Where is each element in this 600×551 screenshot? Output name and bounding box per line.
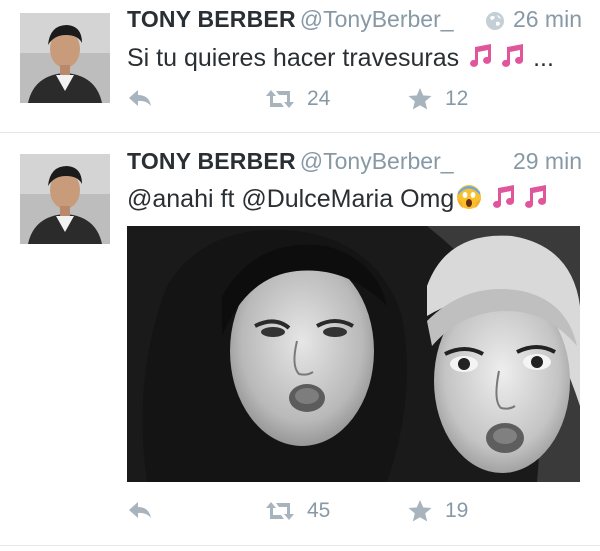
author-name[interactable]: TONY BERBER <box>127 148 296 174</box>
reply-button[interactable] <box>127 499 153 521</box>
tweet-header: TONY BERBER @TonyBerber_ 29 min <box>127 148 582 178</box>
music-notes-emoji <box>490 184 556 217</box>
favorite-button[interactable]: 19 <box>407 499 468 523</box>
reply-icon <box>127 499 153 521</box>
star-icon <box>407 87 433 111</box>
timestamp[interactable]: 29 min <box>513 148 582 175</box>
favorite-button[interactable]: 12 <box>407 87 468 111</box>
tweet-photo[interactable] <box>127 226 580 482</box>
favorite-count: 19 <box>445 499 469 522</box>
author-name[interactable]: TONY BERBER <box>127 6 296 32</box>
tweet-time: 26 min <box>512 6 582 32</box>
star-icon <box>407 499 433 523</box>
tweet-divider <box>0 545 600 546</box>
globe-icon <box>485 10 505 30</box>
retweet-button[interactable]: 24 <box>265 87 330 111</box>
reply-button[interactable] <box>127 87 153 109</box>
tweet-header: TONY BERBER @TonyBerber_ 26 min <box>127 6 582 36</box>
tweet-actions: 45 19 <box>127 499 527 529</box>
tweet-item[interactable]: TONY BERBER @TonyBerber_ 26 min Si tu qui… <box>0 0 600 132</box>
screaming-face-emoji <box>456 184 482 217</box>
tweet-ellipsis: ... <box>533 44 554 73</box>
tweet-text: Si tu quieres hacer travesuras ... <box>127 43 580 76</box>
tweet-text: @anahi ft @DulceMaria Omg <box>127 184 580 217</box>
tweet-actions: 24 12 <box>127 87 527 117</box>
retweet-count: 45 <box>307 499 331 522</box>
avatar[interactable] <box>20 13 110 103</box>
music-notes-emoji <box>467 43 533 76</box>
retweet-count: 24 <box>307 87 331 110</box>
avatar[interactable] <box>20 154 110 244</box>
tweet-time: 29 min <box>512 148 582 174</box>
author-handle[interactable]: @TonyBerber_ <box>300 148 454 174</box>
reply-icon <box>127 87 153 109</box>
retweet-button[interactable]: 45 <box>265 499 330 523</box>
favorite-count: 12 <box>445 87 469 110</box>
tweet-item[interactable]: TONY BERBER @TonyBerber_ 29 min @anahi ft… <box>0 133 600 545</box>
author-handle[interactable]: @TonyBerber_ <box>300 6 454 32</box>
retweet-icon <box>265 500 295 522</box>
timestamp[interactable]: 26 min <box>485 6 582 33</box>
retweet-icon <box>265 88 295 110</box>
tweet-body: Si tu quieres hacer travesuras <box>127 44 460 73</box>
tweet-body: @anahi ft @DulceMaria Omg <box>127 185 455 214</box>
